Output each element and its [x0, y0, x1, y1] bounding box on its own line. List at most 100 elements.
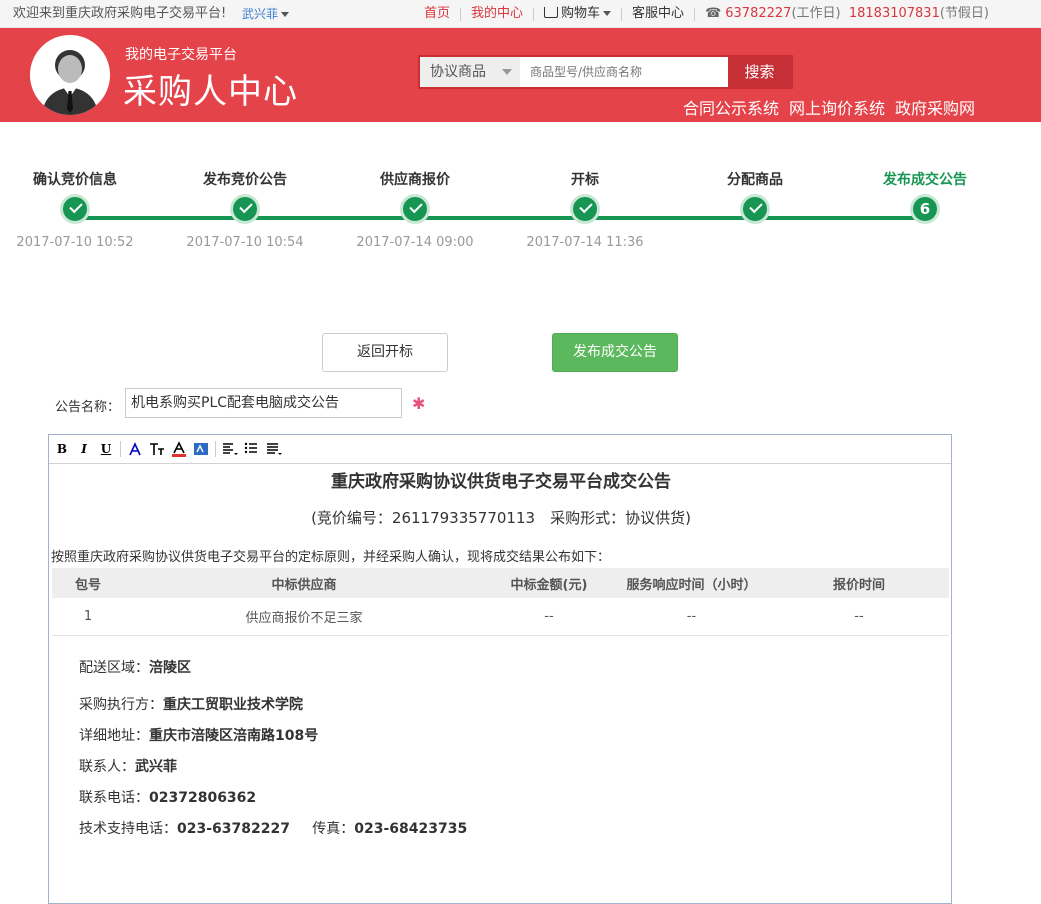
font-size-icon [150, 443, 164, 455]
line-height-button[interactable] [266, 441, 282, 457]
step-time: 2017-07-14 09:00 [356, 235, 474, 250]
check-icon [69, 199, 83, 214]
search-category-select[interactable]: 协议商品 [420, 57, 520, 87]
bold-button[interactable]: B [54, 441, 70, 457]
header-banner: 我的电子交易平台 采购人中心 协议商品 搜索 合同公示系统 网上询价系统 政府采… [0, 28, 1041, 122]
step-done-node [570, 194, 600, 224]
contact-value: 武兴菲 [135, 759, 177, 775]
hotline: ☎ 63782227(工作日) 18183107831(节假日) [705, 0, 989, 28]
highlight-button[interactable] [193, 441, 209, 457]
align-left-icon [223, 443, 238, 455]
document-intro: 按照重庆政府采购协议供货电子交易平台的定标原则，并经采购人确认，现将成交结果公布… [51, 550, 611, 565]
underline-button[interactable]: U [98, 441, 114, 457]
step-2: 发布竞价公告 2017-07-10 10:54 [160, 170, 330, 251]
announcement-editor[interactable]: B I U 重庆政府采购协议供货电子交易平台成交公告 (竞价编号：2611793… [48, 434, 952, 904]
step-6: 发布成交公告 6 [840, 170, 1010, 251]
announcement-name-label: 公告名称： [55, 400, 121, 415]
font-family-button[interactable] [127, 441, 143, 457]
contact-phone: 联系电话：02372806362 [79, 787, 256, 807]
cell-quote-time: -- [769, 598, 949, 636]
step-label: 分配商品 [727, 172, 783, 188]
progress-steps: 确认竞价信息 2017-07-10 10:52 发布竞价公告 2017-07-1… [0, 170, 1041, 270]
user-avatar-icon [30, 35, 110, 115]
chevron-down-icon [603, 11, 612, 16]
toolbar-divider [215, 441, 216, 457]
user-menu[interactable]: 武兴菲 [242, 0, 290, 28]
step-time [840, 235, 1010, 251]
cell-supplier: 供应商报价不足三家 [124, 598, 484, 636]
column-header: 服务响应时间（小时） [614, 568, 769, 598]
step-time: 2017-07-10 10:54 [186, 235, 304, 250]
search-category-value: 协议商品 [430, 64, 486, 80]
online-inquiry-link[interactable]: 网上询价系统 [789, 95, 885, 119]
nav-service-link[interactable]: 客服中心 [632, 0, 684, 28]
search-input[interactable] [520, 57, 728, 87]
divider [694, 7, 696, 21]
column-header: 包号 [52, 568, 124, 598]
welcome-text: 欢迎来到重庆政府采购电子交易平台! [13, 6, 227, 21]
toolbar-divider [120, 441, 121, 457]
font-family-icon [129, 442, 141, 456]
align-button[interactable] [222, 441, 238, 457]
cart-menu[interactable]: 购物车 [544, 0, 612, 28]
step-5: 分配商品 [670, 170, 840, 251]
header-subtitle: 我的电子交易平台 [125, 47, 237, 63]
step-done-node [60, 194, 90, 224]
phone-icon: ☎ [705, 6, 722, 21]
fax-label: 传真： [312, 821, 355, 837]
check-icon [579, 199, 593, 214]
step-done-node [740, 194, 770, 224]
step-label: 开标 [571, 172, 599, 188]
government-procurement-link[interactable]: 政府采购网 [895, 95, 975, 119]
fax-value: 023-68423735 [354, 821, 468, 837]
back-to-opening-button[interactable]: 返回开标 [322, 333, 448, 372]
italic-button[interactable]: I [76, 441, 92, 457]
required-icon: ✱ [412, 394, 426, 413]
document-subtitle: (竞价编号：261179335770113 采购形式：协议供货) [311, 509, 691, 527]
document-title: 重庆政府采购协议供货电子交易平台成交公告 [331, 472, 671, 492]
top-bar: 欢迎来到重庆政府采购电子交易平台! 武兴菲 首页 我的中心 购物车 客服中心 ☎… [0, 0, 1041, 28]
cell-package-no: 1 [52, 598, 124, 636]
nav-home-link[interactable]: 首页 [424, 0, 450, 28]
list-icon [244, 442, 257, 454]
header-links: 合同公示系统 网上询价系统 政府采购网 [683, 95, 975, 119]
delivery-area: 配送区域：涪陵区 [79, 657, 191, 677]
executor: 采购执行方：重庆工贸职业技术学院 [79, 694, 303, 714]
search-button[interactable]: 搜索 [728, 57, 791, 87]
editor-toolbar: B I U [49, 435, 951, 464]
tel-value: 02372806362 [149, 790, 257, 806]
list-button[interactable] [244, 441, 260, 457]
announcement-name-input[interactable]: 机电系购买PLC配套电脑成交公告 [125, 388, 402, 418]
step-label: 确认竞价信息 [33, 172, 117, 188]
step-done-node [230, 194, 260, 224]
highlight-icon [194, 443, 208, 455]
nav-my-center-link[interactable]: 我的中心 [471, 0, 523, 28]
support-value: 023-63782227 [177, 821, 290, 837]
step-time: 2017-07-14 11:36 [526, 235, 644, 250]
phone-work: 63782227 [725, 6, 792, 21]
user-name: 武兴菲 [242, 7, 279, 21]
font-size-button[interactable] [149, 441, 165, 457]
contract-publicity-link[interactable]: 合同公示系统 [683, 95, 779, 119]
page-title: 采购人中心 [123, 72, 298, 112]
phone-work-note: (工作日) [791, 6, 841, 21]
phone-holiday-note: (节假日) [939, 6, 989, 21]
cart-icon [544, 7, 559, 18]
step-label: 发布竞价公告 [203, 172, 287, 188]
step-1: 确认竞价信息 2017-07-10 10:52 [0, 170, 160, 251]
delivery-value: 涪陵区 [149, 660, 191, 676]
font-color-button[interactable] [171, 441, 187, 457]
check-icon [749, 199, 763, 214]
contact-label: 联系人： [79, 759, 135, 775]
step-done-node [400, 194, 430, 224]
support-contact: 技术支持电话：023-63782227 传真：023-68423735 [79, 818, 467, 838]
support-label: 技术支持电话： [79, 821, 177, 837]
step-3: 供应商报价 2017-07-14 09:00 [330, 170, 500, 251]
publish-announcement-button[interactable]: 发布成交公告 [552, 333, 678, 372]
result-table: 包号 中标供应商 中标金额(元) 服务响应时间（小时） 报价时间 1 供应商报价… [52, 568, 949, 636]
divider [621, 7, 623, 21]
column-header: 报价时间 [769, 568, 949, 598]
address-label: 详细地址： [79, 728, 149, 744]
table-row: 1 供应商报价不足三家 -- -- -- [52, 598, 949, 636]
table-header-row: 包号 中标供应商 中标金额(元) 服务响应时间（小时） 报价时间 [52, 568, 949, 598]
